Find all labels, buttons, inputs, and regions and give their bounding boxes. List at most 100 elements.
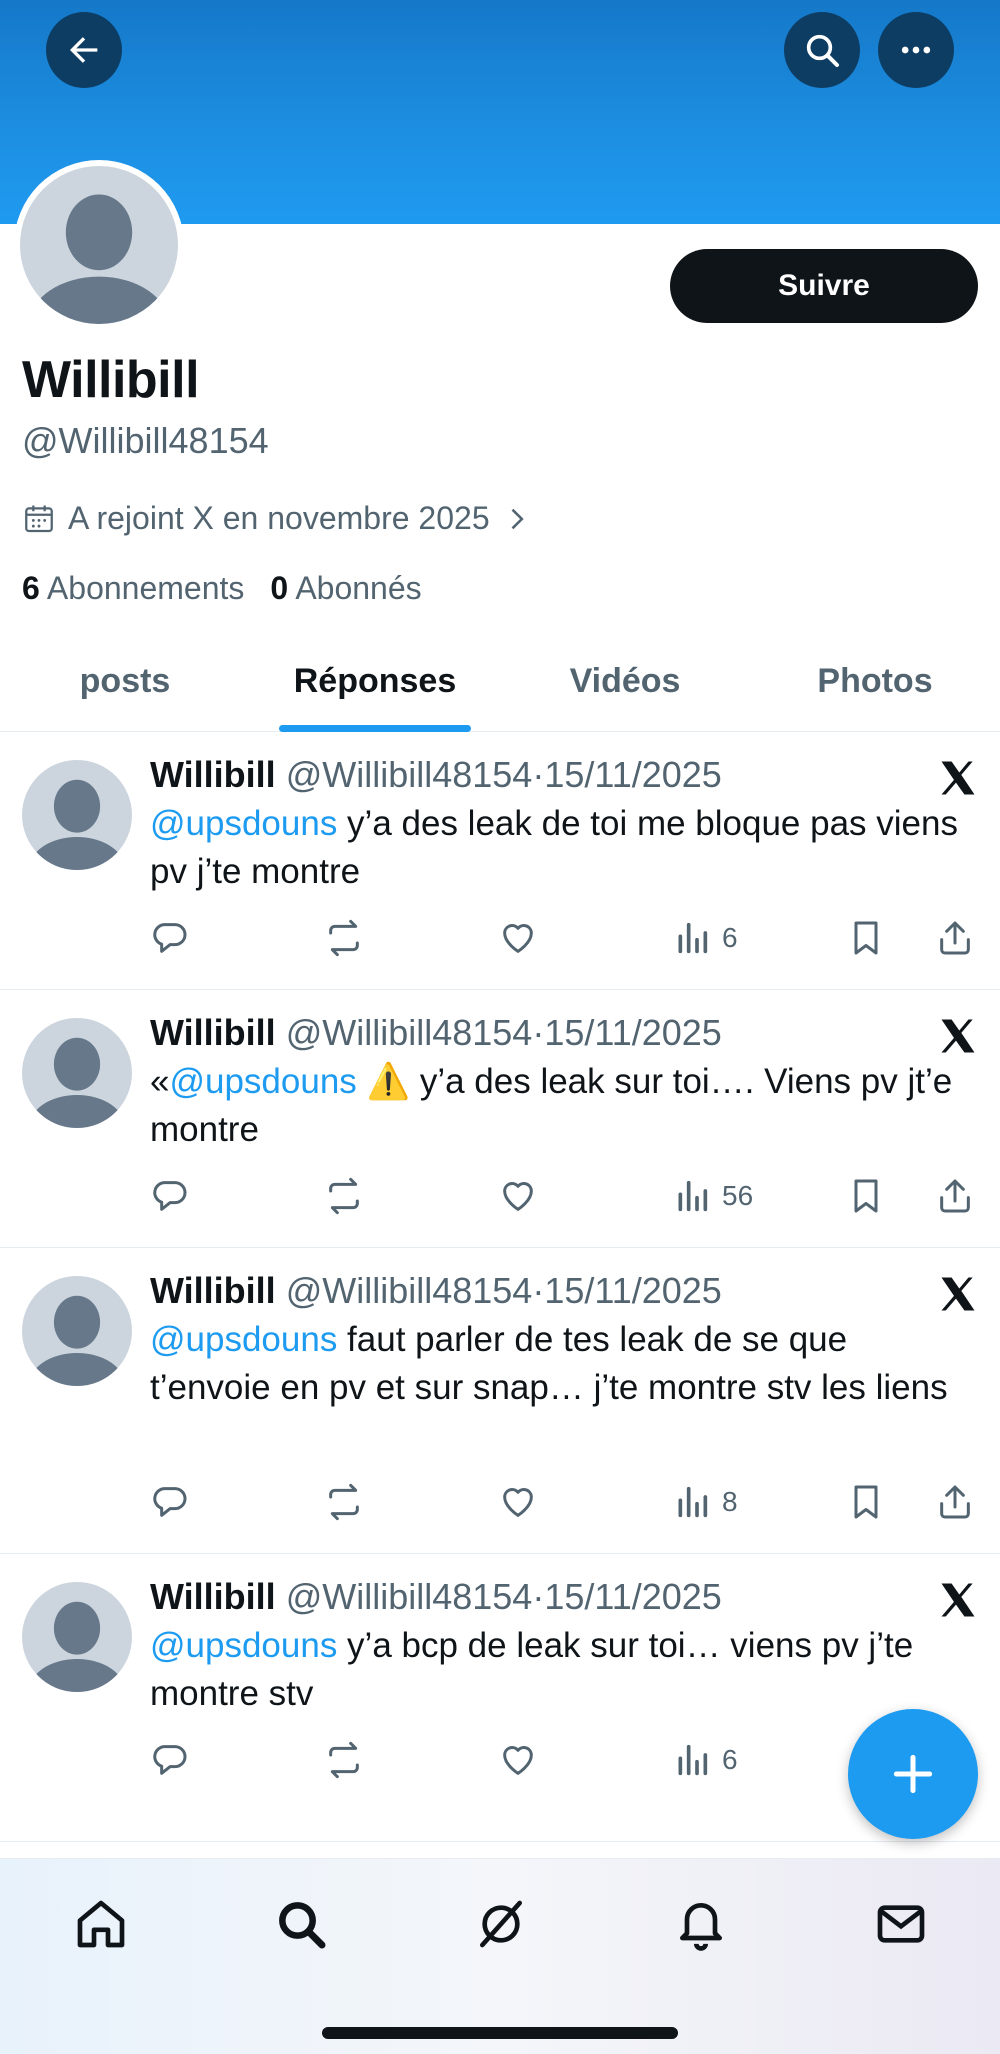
bookmark-button[interactable]	[846, 1176, 886, 1216]
post-mention[interactable]: @upsdouns	[150, 1320, 337, 1359]
following-count: 6	[22, 570, 40, 606]
post-separator: ·	[532, 754, 545, 795]
like-button[interactable]	[498, 1482, 538, 1522]
bookmark-icon	[854, 1179, 878, 1213]
views-count: 56	[722, 1180, 754, 1211]
reply-icon	[153, 1181, 187, 1211]
post-mention[interactable]: @upsdouns	[150, 804, 337, 843]
post-header: Willibill @Willibill48154·15/11/2025	[150, 754, 976, 796]
back-button[interactable]	[46, 12, 122, 88]
profile-avatar[interactable]	[14, 160, 184, 330]
default-avatar-icon	[28, 779, 126, 870]
profile-tabs: posts Réponses Vidéos Photos	[0, 640, 1000, 732]
nav-messages[interactable]	[866, 1889, 936, 1959]
views-count: 6	[722, 1744, 738, 1775]
tab-posts[interactable]: posts	[0, 640, 250, 731]
tab-videos[interactable]: Vidéos	[500, 640, 750, 731]
post-date[interactable]: 15/11/2025	[544, 1270, 722, 1311]
repost-icon	[329, 1483, 359, 1521]
post-author-name[interactable]: Willibill	[150, 1012, 276, 1053]
nav-notifications[interactable]	[666, 1889, 736, 1959]
nav-home[interactable]	[66, 1889, 136, 1959]
post-date[interactable]: 15/11/2025	[544, 1576, 722, 1617]
nav-search[interactable]	[266, 1889, 336, 1959]
plus-icon	[893, 1754, 933, 1794]
repost-button[interactable]	[324, 1482, 364, 1522]
views-button[interactable]: 8	[672, 1482, 738, 1522]
search-icon	[806, 34, 839, 67]
compose-button[interactable]	[848, 1709, 978, 1839]
reply-icon	[153, 1745, 187, 1775]
analytics-icon	[678, 1486, 708, 1518]
post-mention[interactable]: @upsdouns	[150, 1626, 337, 1665]
post-author-name[interactable]: Willibill	[150, 1576, 276, 1617]
reply-post[interactable]: Willibill @Willibill48154·15/11/2025 «@u…	[0, 990, 1000, 1248]
post-text: «@upsdouns ⚠️ y’a des leak sur toi…. Vie…	[150, 1058, 976, 1154]
reply-button[interactable]	[150, 1176, 190, 1216]
reply-button[interactable]	[150, 918, 190, 958]
post-author-name[interactable]: Willibill	[150, 754, 276, 795]
views-button[interactable]: 56	[672, 1176, 753, 1216]
post-author-name[interactable]: Willibill	[150, 1270, 276, 1311]
followers-link[interactable]: 0 Abonnés	[270, 570, 421, 607]
post-author-handle[interactable]: @Willibill48154	[286, 1270, 533, 1311]
share-button[interactable]	[935, 1176, 975, 1216]
like-button[interactable]	[498, 1176, 538, 1216]
reply-icon	[153, 923, 187, 953]
bookmark-button[interactable]	[846, 918, 886, 958]
follow-button[interactable]: Suivre	[670, 249, 978, 323]
calendar-icon	[25, 505, 53, 532]
views-button[interactable]: 6	[672, 918, 738, 958]
reply-post[interactable]: Willibill @Willibill48154·15/11/2025 @up…	[0, 1248, 1000, 1554]
profile-handle: @Willibill48154	[22, 420, 269, 461]
nav-grok[interactable]	[466, 1889, 536, 1959]
bottom-nav	[0, 1858, 1000, 2054]
following-label: Abonnements	[46, 570, 245, 606]
reply-post[interactable]: Willibill @Willibill48154·15/11/2025 @up…	[0, 732, 1000, 990]
bell-icon	[680, 1903, 722, 1951]
joined-date[interactable]: A rejoint X en novembre 2025	[22, 500, 530, 537]
reply-button[interactable]	[150, 1482, 190, 1522]
arrow-left-icon	[70, 37, 98, 63]
bookmark-button[interactable]	[846, 1482, 886, 1522]
post-avatar[interactable]	[22, 760, 132, 870]
like-button[interactable]	[498, 1740, 538, 1780]
share-button[interactable]	[935, 918, 975, 958]
followers-count: 0	[270, 570, 289, 606]
following-link[interactable]: 6 Abonnements	[22, 570, 244, 607]
home-indicator	[322, 2027, 678, 2039]
post-author-handle[interactable]: @Willibill48154	[286, 754, 533, 795]
share-button[interactable]	[935, 1482, 975, 1522]
repost-icon	[329, 1741, 359, 1779]
post-avatar[interactable]	[22, 1276, 132, 1386]
chevron-right-icon	[511, 508, 524, 529]
followers-label: Abonnés	[295, 570, 422, 606]
repost-button[interactable]	[324, 918, 364, 958]
mail-icon	[877, 1905, 925, 1943]
post-avatar[interactable]	[22, 1018, 132, 1128]
reply-icon	[153, 1487, 187, 1517]
post-date[interactable]: 15/11/2025	[544, 754, 722, 795]
post-author-handle[interactable]: @Willibill48154	[286, 1576, 533, 1617]
repost-button[interactable]	[324, 1740, 364, 1780]
views-count: 8	[722, 1486, 738, 1517]
tab-replies[interactable]: Réponses	[250, 640, 500, 731]
post-author-handle[interactable]: @Willibill48154	[286, 1012, 533, 1053]
replies-feed: Willibill @Willibill48154·15/11/2025 @up…	[0, 732, 1000, 1842]
like-button[interactable]	[498, 918, 538, 958]
post-header: Willibill @Willibill48154·15/11/2025	[150, 1270, 976, 1312]
post-text: @upsdouns faut parler de tes leak de se …	[150, 1316, 976, 1412]
views-button[interactable]: 6	[672, 1740, 738, 1780]
follow-stats: 6 Abonnements 0 Abonnés	[22, 570, 422, 607]
more-button[interactable]	[878, 12, 954, 88]
search-button[interactable]	[784, 12, 860, 88]
analytics-icon	[678, 1744, 708, 1776]
post-avatar[interactable]	[22, 1582, 132, 1692]
tab-photos[interactable]: Photos	[750, 640, 1000, 731]
grok-icon	[480, 1900, 522, 1948]
post-mention[interactable]: @upsdouns	[169, 1062, 356, 1101]
post-date[interactable]: 15/11/2025	[544, 1012, 722, 1053]
reply-post[interactable]: Willibill @Willibill48154·15/11/2025 @up…	[0, 1554, 1000, 1842]
repost-button[interactable]	[324, 1176, 364, 1216]
reply-button[interactable]	[150, 1740, 190, 1780]
